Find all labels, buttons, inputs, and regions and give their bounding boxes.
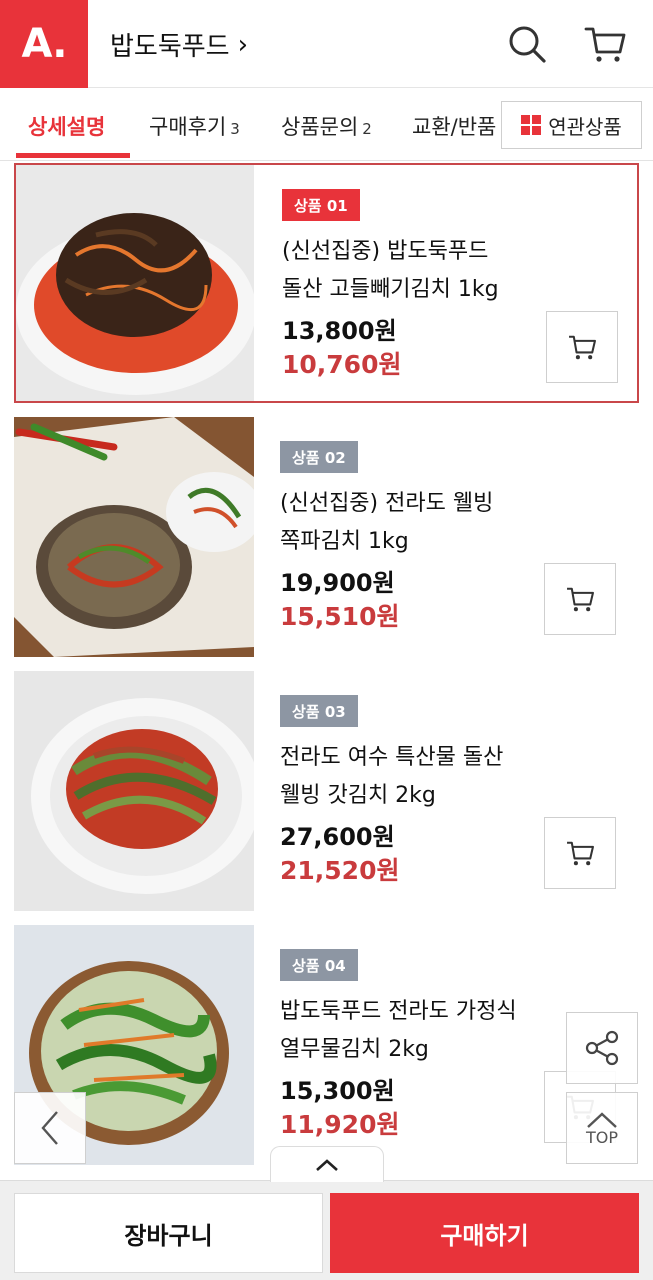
tab-count: 3: [230, 120, 240, 138]
add-to-cart-main-button[interactable]: 장바구니: [14, 1193, 323, 1273]
product-name-line: 전라도 여수 특산물 돌산: [280, 745, 504, 770]
cart-icon: [567, 841, 594, 866]
share-button[interactable]: [566, 1012, 638, 1084]
tab-label: 상세설명: [28, 115, 106, 139]
product-image[interactable]: [14, 417, 254, 657]
product-badge: 상품 04: [280, 949, 358, 981]
tab-label: 상품문의: [281, 115, 359, 139]
tab-reviews[interactable]: 구매후기 3: [149, 111, 240, 141]
product-name[interactable]: (신선집중) 밥도둑푸드 돌산 고들빼기김치 1kg: [282, 233, 572, 309]
product-card[interactable]: 상품 02 (신선집중) 전라도 웰빙 쪽파김치 1kg 19,900원 15,…: [14, 417, 639, 657]
product-card[interactable]: 상품 04 밥도둑푸드 전라도 가정식 열무물김치 2kg 15,300원 11…: [14, 925, 639, 1165]
tab-exchange-return[interactable]: 교환/반품: [412, 111, 500, 141]
tab-inquiries[interactable]: 상품문의 2: [281, 111, 372, 141]
product-name-line: 밥도둑푸드 전라도 가정식: [280, 999, 517, 1024]
chevron-right-icon: ›: [237, 29, 249, 60]
product-name[interactable]: 밥도둑푸드 전라도 가정식 열무물김치 2kg: [280, 993, 570, 1069]
cart-icon: [567, 587, 594, 612]
product-name-line: (신선집중) 전라도 웰빙: [280, 491, 494, 516]
scroll-top-label: TOP: [585, 1127, 618, 1147]
original-price: 27,600원: [280, 823, 395, 851]
product-image[interactable]: [16, 165, 254, 401]
chevron-left-icon: [41, 1111, 58, 1145]
tab-label: 구매후기: [149, 115, 227, 139]
cart-icon: [569, 335, 596, 360]
store-name-text: 밥도둑푸드: [110, 32, 230, 62]
chevron-up-icon: [316, 1158, 338, 1171]
sale-price: 21,520원: [280, 856, 400, 885]
related-products-label: 연관상품: [548, 114, 622, 139]
sale-price: 10,760원: [282, 350, 402, 379]
store-logo[interactable]: A.: [0, 0, 88, 88]
tab-description[interactable]: 상세설명: [28, 111, 105, 141]
sale-price: 15,510원: [280, 602, 400, 631]
add-to-cart-button[interactable]: [544, 563, 616, 635]
expand-handle[interactable]: [270, 1146, 384, 1182]
product-badge: 상품 01: [282, 189, 360, 221]
add-to-cart-button[interactable]: [546, 311, 618, 383]
product-name-line: (신선집중) 밥도둑푸드: [282, 239, 489, 264]
product-name-line: 돌산 고들빼기김치 1kg: [282, 277, 499, 302]
tab-count: 2: [362, 120, 372, 138]
scroll-top-button[interactable]: TOP: [566, 1092, 638, 1164]
app-header: A. 밥도둑푸드 ›: [0, 0, 653, 88]
share-icon: [585, 1030, 619, 1066]
buy-now-button[interactable]: 구매하기: [330, 1193, 639, 1273]
detail-tabs: 상세설명 구매후기 3 상품문의 2 교환/반품 연관상품: [0, 89, 653, 161]
grid-icon: [521, 115, 542, 135]
original-price: 15,300원: [280, 1077, 395, 1105]
product-name[interactable]: 전라도 여수 특산물 돌산 웰빙 갓김치 2kg: [280, 739, 570, 815]
product-name-line: 열무물김치 2kg: [280, 1037, 429, 1062]
product-badge: 상품 03: [280, 695, 358, 727]
search-icon[interactable]: [505, 22, 549, 66]
cart-icon[interactable]: [583, 22, 627, 66]
active-tab-indicator: [16, 153, 130, 158]
product-name[interactable]: (신선집중) 전라도 웰빙 쪽파김치 1kg: [280, 485, 570, 561]
product-badge: 상품 02: [280, 441, 358, 473]
product-card[interactable]: 상품 01 (신선집중) 밥도둑푸드 돌산 고들빼기김치 1kg 13,800원…: [14, 163, 639, 403]
sale-price: 11,920원: [280, 1110, 400, 1139]
product-image[interactable]: [14, 671, 254, 911]
store-name-link[interactable]: 밥도둑푸드 ›: [110, 26, 248, 63]
original-price: 19,900원: [280, 569, 395, 597]
original-price: 13,800원: [282, 317, 397, 345]
product-name-line: 쪽파김치 1kg: [280, 529, 409, 554]
chevron-up-icon: [587, 1111, 617, 1128]
product-card[interactable]: 상품 03 전라도 여수 특산물 돌산 웰빙 갓김치 2kg 27,600원 2…: [14, 671, 639, 911]
previous-button[interactable]: [14, 1092, 86, 1164]
product-name-line: 웰빙 갓김치 2kg: [280, 783, 436, 808]
related-products-button[interactable]: 연관상품: [501, 101, 642, 149]
add-to-cart-button[interactable]: [544, 817, 616, 889]
